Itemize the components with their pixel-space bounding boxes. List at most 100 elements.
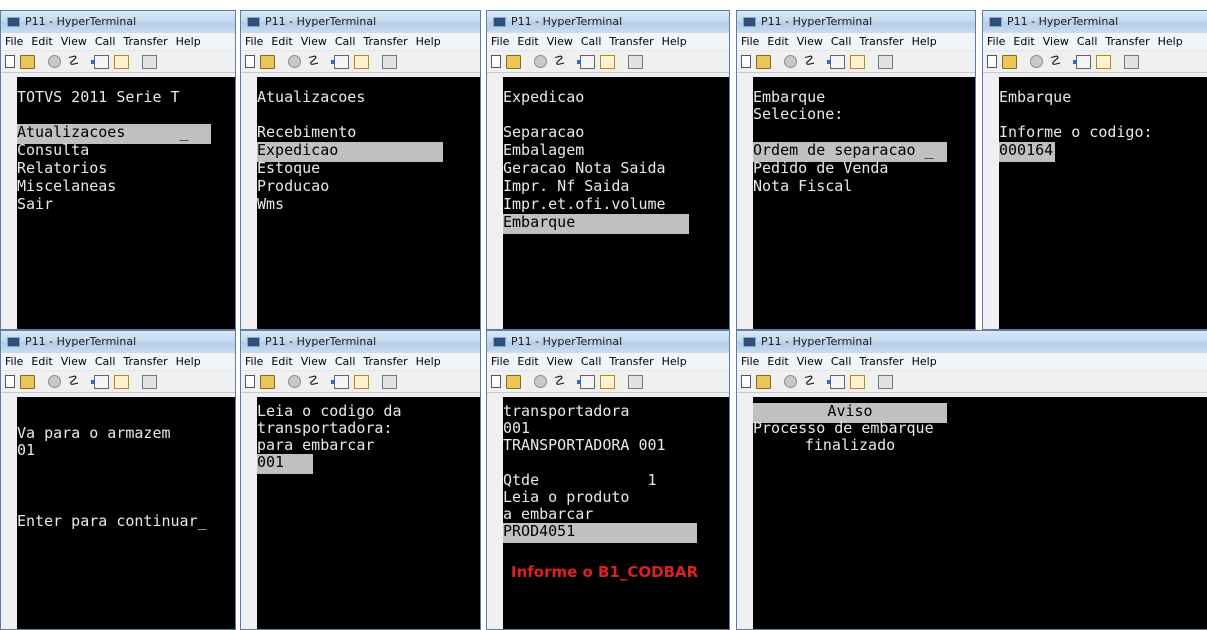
send-icon[interactable] bbox=[331, 55, 349, 69]
properties-icon[interactable] bbox=[1124, 55, 1139, 69]
menu-help[interactable]: Help bbox=[176, 35, 201, 48]
menu-file[interactable]: File bbox=[245, 355, 263, 368]
menu-view[interactable]: View bbox=[797, 355, 823, 368]
send-icon[interactable] bbox=[827, 55, 845, 69]
terminal-screen[interactable]: TOTVS 2011 Serie T Atualizacoes _ Consul… bbox=[1, 73, 235, 329]
receive-icon[interactable] bbox=[354, 55, 369, 69]
menu-edit[interactable]: Edit bbox=[271, 355, 292, 368]
window-titlebar[interactable]: P11 - HyperTerminal bbox=[487, 331, 729, 353]
open-icon[interactable] bbox=[260, 375, 275, 389]
open-icon[interactable] bbox=[506, 55, 521, 69]
open-icon[interactable] bbox=[1002, 55, 1017, 69]
call-icon[interactable] bbox=[534, 55, 547, 68]
menu-call[interactable]: Call bbox=[581, 355, 602, 368]
call-icon[interactable] bbox=[1030, 55, 1043, 68]
receive-icon[interactable] bbox=[114, 375, 129, 389]
menu-help[interactable]: Help bbox=[912, 35, 937, 48]
menu-edit[interactable]: Edit bbox=[271, 35, 292, 48]
call-icon[interactable] bbox=[48, 375, 61, 388]
send-icon[interactable] bbox=[331, 375, 349, 389]
send-icon[interactable] bbox=[91, 375, 109, 389]
menu-call[interactable]: Call bbox=[1077, 35, 1098, 48]
new-icon[interactable] bbox=[491, 375, 501, 388]
terminal-screen[interactable]: Expedicao Separacao Embalagem Geracao No… bbox=[487, 73, 729, 329]
open-icon[interactable] bbox=[260, 55, 275, 69]
terminal-screen[interactable]: Atualizacoes Recebimento Expedicao Estoq… bbox=[241, 73, 480, 329]
properties-icon[interactable] bbox=[382, 55, 397, 69]
window-titlebar[interactable]: P11 - HyperTerminal bbox=[983, 11, 1207, 33]
menu-option[interactable]: Sair bbox=[17, 196, 53, 216]
menu-call[interactable]: Call bbox=[581, 35, 602, 48]
send-icon[interactable] bbox=[577, 375, 595, 389]
menu-call[interactable]: Call bbox=[831, 355, 852, 368]
call-icon[interactable] bbox=[48, 55, 61, 68]
menu-transfer[interactable]: Transfer bbox=[363, 35, 407, 48]
menu-file[interactable]: File bbox=[491, 355, 509, 368]
terminal-screen[interactable]: Embarque Selecione: Ordem de separacao _… bbox=[737, 73, 975, 329]
properties-icon[interactable] bbox=[878, 55, 893, 69]
menu-edit[interactable]: Edit bbox=[517, 35, 538, 48]
call-icon[interactable] bbox=[288, 375, 301, 388]
menu-edit[interactable]: Edit bbox=[767, 355, 788, 368]
menu-call[interactable]: Call bbox=[831, 35, 852, 48]
menu-file[interactable]: File bbox=[5, 355, 23, 368]
menu-view[interactable]: View bbox=[797, 35, 823, 48]
window-titlebar[interactable]: P11 - HyperTerminal bbox=[737, 11, 975, 33]
menu-file[interactable]: File bbox=[741, 35, 759, 48]
menu-option[interactable]: Wms bbox=[257, 196, 284, 216]
menu-file[interactable]: File bbox=[741, 355, 759, 368]
menu-call[interactable]: Call bbox=[95, 355, 116, 368]
properties-icon[interactable] bbox=[878, 375, 893, 389]
new-icon[interactable] bbox=[245, 375, 255, 388]
menu-help[interactable]: Help bbox=[416, 35, 441, 48]
hangup-icon[interactable]: ☡ bbox=[552, 55, 567, 69]
menu-transfer[interactable]: Transfer bbox=[859, 355, 903, 368]
code-input-field[interactable]: 000164 bbox=[999, 142, 1055, 162]
receive-icon[interactable] bbox=[850, 55, 865, 69]
menu-file[interactable]: File bbox=[5, 35, 23, 48]
new-icon[interactable] bbox=[5, 375, 15, 388]
call-icon[interactable] bbox=[784, 375, 797, 388]
menu-file[interactable]: File bbox=[245, 35, 263, 48]
new-icon[interactable] bbox=[741, 375, 751, 388]
menu-transfer[interactable]: Transfer bbox=[859, 35, 903, 48]
terminal-screen[interactable]: transportadora 001 TRANSPORTADORA 001 Qt… bbox=[487, 393, 729, 629]
menu-transfer[interactable]: Transfer bbox=[123, 35, 167, 48]
send-icon[interactable] bbox=[1073, 55, 1091, 69]
menu-call[interactable]: Call bbox=[95, 35, 116, 48]
terminal-prompt[interactable]: Enter para continuar_ bbox=[17, 513, 207, 533]
menu-view[interactable]: View bbox=[61, 355, 87, 368]
open-icon[interactable] bbox=[20, 375, 35, 389]
new-icon[interactable] bbox=[245, 55, 255, 68]
properties-icon[interactable] bbox=[628, 375, 643, 389]
send-icon[interactable] bbox=[91, 55, 109, 69]
open-icon[interactable] bbox=[756, 375, 771, 389]
menu-option-selected[interactable]: Embarque bbox=[503, 214, 689, 234]
properties-icon[interactable] bbox=[142, 375, 157, 389]
menu-view[interactable]: View bbox=[1043, 35, 1069, 48]
call-icon[interactable] bbox=[784, 55, 797, 68]
receive-icon[interactable] bbox=[600, 375, 615, 389]
window-titlebar[interactable]: P11 - HyperTerminal bbox=[487, 11, 729, 33]
hangup-icon[interactable]: ☡ bbox=[66, 55, 81, 69]
hangup-icon[interactable]: ☡ bbox=[306, 375, 321, 389]
receive-icon[interactable] bbox=[1096, 55, 1111, 69]
menu-edit[interactable]: Edit bbox=[517, 355, 538, 368]
call-icon[interactable] bbox=[288, 55, 301, 68]
window-titlebar[interactable]: P11 - HyperTerminal bbox=[241, 11, 480, 33]
window-titlebar[interactable]: P11 - HyperTerminal bbox=[737, 331, 1207, 353]
open-icon[interactable] bbox=[506, 375, 521, 389]
hangup-icon[interactable]: ☡ bbox=[802, 375, 817, 389]
menu-help[interactable]: Help bbox=[1158, 35, 1183, 48]
new-icon[interactable] bbox=[987, 55, 997, 68]
new-icon[interactable] bbox=[741, 55, 751, 68]
properties-icon[interactable] bbox=[382, 375, 397, 389]
menu-help[interactable]: Help bbox=[416, 355, 441, 368]
menu-edit[interactable]: Edit bbox=[1013, 35, 1034, 48]
menu-file[interactable]: File bbox=[987, 35, 1005, 48]
receive-icon[interactable] bbox=[354, 375, 369, 389]
menu-view[interactable]: View bbox=[61, 35, 87, 48]
window-titlebar[interactable]: P11 - HyperTerminal bbox=[1, 331, 235, 353]
menu-transfer[interactable]: Transfer bbox=[609, 35, 653, 48]
menu-call[interactable]: Call bbox=[335, 355, 356, 368]
